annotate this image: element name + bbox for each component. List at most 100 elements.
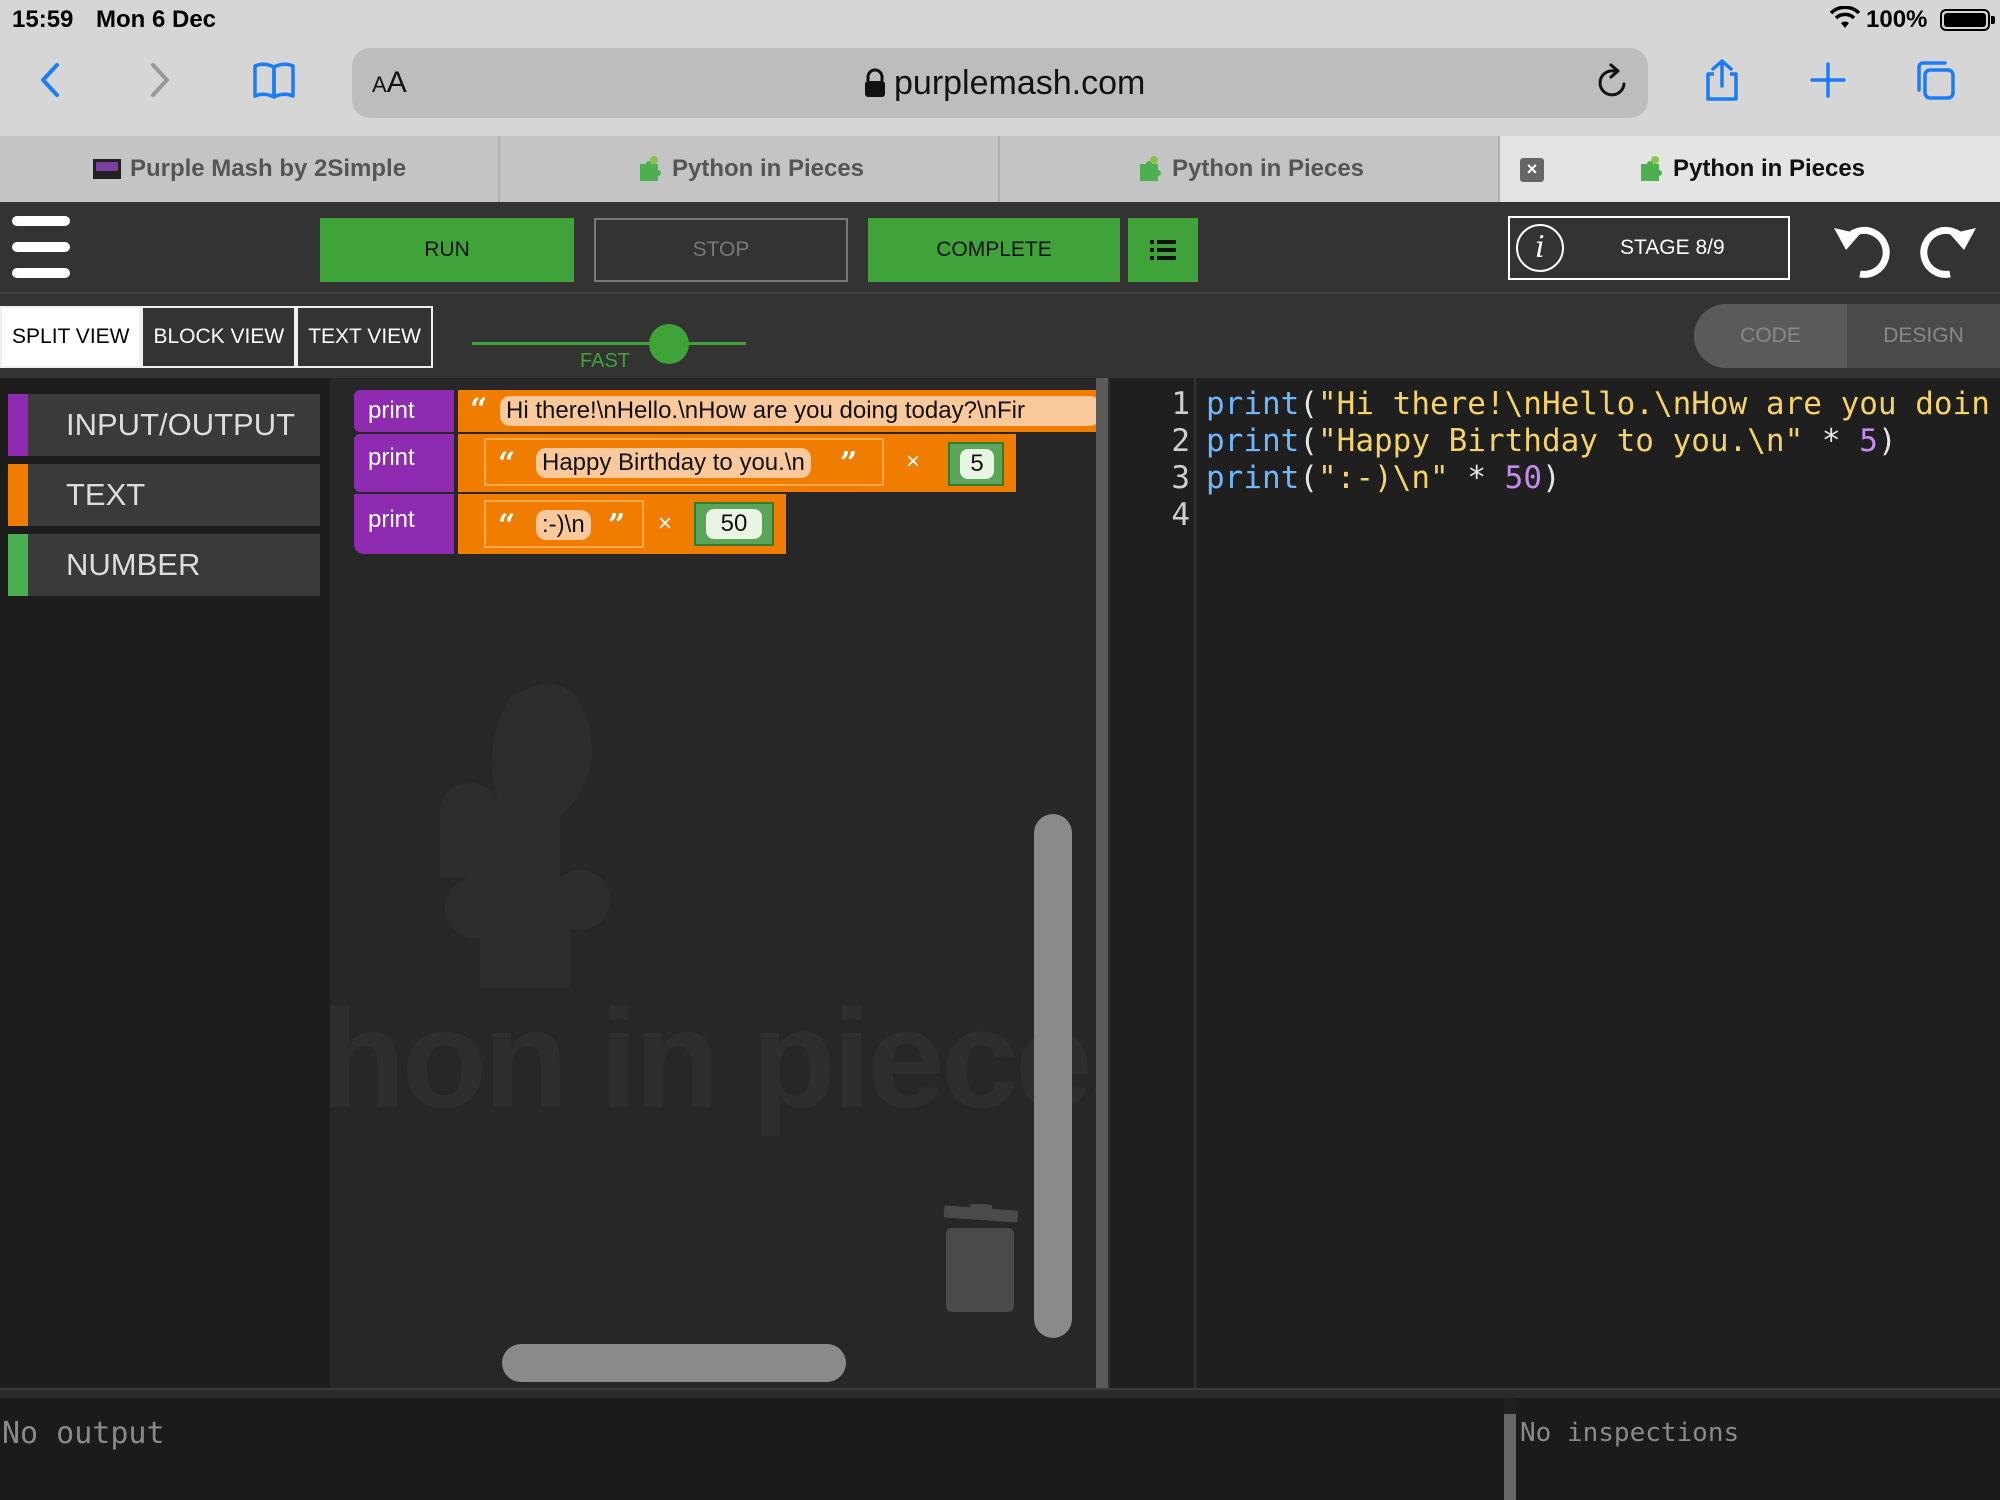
view-options-row: SPLIT VIEW BLOCK VIEW TEXT VIEW FAST COD…	[0, 294, 2000, 378]
tab-title: Purple Mash by 2Simple	[129, 155, 407, 182]
number-block-3[interactable]: 50	[694, 502, 774, 546]
code-design-switch[interactable]: CODE DESIGN	[1694, 304, 2000, 368]
category-input-output[interactable]: INPUT/OUTPUT	[8, 394, 320, 456]
mode-code[interactable]: CODE	[1694, 304, 1847, 368]
code-line-3[interactable]: print(":-)\n" * 50)	[1206, 460, 1561, 496]
new-tab-button[interactable]	[1798, 52, 1858, 108]
puzzle-favicon-icon	[1640, 156, 1662, 181]
tab-purple-mash[interactable]: Purple Mash by 2Simple	[0, 136, 500, 202]
split-divider[interactable]	[1096, 378, 1110, 1388]
reload-icon[interactable]	[1592, 62, 1632, 102]
status-date: Mon 6 Dec	[96, 6, 217, 33]
browser-tab-strip: Purple Mash by 2Simple Python in Pieces …	[0, 136, 2000, 202]
close-quote: ”	[840, 446, 858, 481]
close-tab-icon[interactable]: ×	[1520, 158, 1544, 182]
redo-icon[interactable]	[1914, 216, 1980, 282]
open-quote: “	[498, 446, 516, 481]
multiply-block-3[interactable]: “ :-)\n ” × 50	[458, 494, 786, 554]
forward-button[interactable]	[128, 52, 188, 108]
code-line-1[interactable]: print("Hi there!\nHello.\nHow are you do…	[1206, 386, 1990, 422]
tabs-overview-button[interactable]	[1904, 52, 1964, 108]
trash-icon[interactable]	[940, 1204, 1022, 1316]
line-number: 1	[1171, 386, 1190, 422]
multiply-sign: ×	[658, 510, 673, 537]
print-label: print	[368, 444, 415, 471]
view-tabs: SPLIT VIEW BLOCK VIEW TEXT VIEW	[0, 306, 433, 368]
tab-split-view[interactable]: SPLIT VIEW	[0, 306, 142, 368]
info-icon[interactable]: i	[1516, 224, 1564, 272]
multiply-sign: ×	[906, 448, 921, 475]
print-block-3[interactable]: print	[354, 494, 454, 554]
mode-design[interactable]: DESIGN	[1847, 304, 2000, 368]
slider-thumb[interactable]	[649, 324, 689, 364]
line-number: 3	[1171, 460, 1190, 496]
category-text[interactable]: TEXT	[8, 464, 320, 526]
address-bar[interactable]: AA purplemash.com	[352, 48, 1648, 118]
browser-toolbar: AA purplemash.com	[0, 38, 2000, 136]
menu-hamburger-icon[interactable]	[12, 216, 70, 278]
category-color-bar	[8, 534, 28, 596]
number-block-2[interactable]: 5	[948, 442, 1004, 486]
string-block-2[interactable]: “ Happy Birthday to you.\n ”	[484, 438, 884, 486]
block-workspace[interactable]: hon in pieces print “ Hi there!\nHello.\…	[330, 378, 1096, 1388]
print-block-1[interactable]: print	[354, 390, 454, 432]
string-value-2[interactable]: Happy Birthday to you.\n	[536, 448, 811, 478]
share-icon	[1706, 59, 1738, 101]
workspace-vertical-scrollbar[interactable]	[1034, 814, 1072, 1338]
print-block-2[interactable]: print	[354, 434, 454, 492]
puzzle-favicon-icon	[639, 156, 661, 181]
app-toolbar: RUN STOP COMPLETE i STAGE 8/9	[0, 202, 2000, 294]
lock-icon	[865, 68, 885, 97]
code-editor[interactable]: 1 2 3 4 print("Hi there!\nHello.\nHow ar…	[1110, 378, 2000, 1388]
tab-title: Python in Pieces	[1672, 155, 1866, 182]
tab-python-in-pieces-active[interactable]: × Python in Pieces	[1500, 136, 2000, 202]
app-root: 15:59 Mon 6 Dec 100% AA purplemash.com P…	[0, 0, 2000, 1500]
plus-icon	[1810, 62, 1846, 98]
slider-track	[472, 342, 746, 345]
list-button[interactable]	[1128, 218, 1198, 282]
watermark-text: hon in pieces	[330, 980, 1096, 1137]
inspections-panel: No inspections	[1516, 1398, 2000, 1500]
battery-percent: 100%	[1866, 6, 1928, 33]
chevron-left-icon	[41, 63, 59, 97]
tab-text-view[interactable]: TEXT VIEW	[296, 306, 433, 368]
status-time: 15:59	[12, 6, 74, 33]
stage-indicator[interactable]: i STAGE 8/9	[1508, 216, 1790, 280]
complete-button[interactable]: COMPLETE	[868, 218, 1120, 282]
string-value-3[interactable]: :-)\n	[536, 510, 591, 540]
string-value-1[interactable]: Hi there!\nHello.\nHow are you doing tod…	[500, 396, 1096, 426]
share-button[interactable]	[1692, 52, 1752, 108]
number-value-3[interactable]: 50	[706, 509, 762, 539]
url-host: purplemash.com	[894, 64, 1146, 102]
workspace-horizontal-scrollbar[interactable]	[502, 1344, 846, 1382]
line-number: 4	[1171, 497, 1190, 533]
back-button[interactable]	[22, 52, 82, 108]
string-block-3[interactable]: “ :-)\n ”	[484, 500, 644, 548]
close-quote: ”	[608, 508, 626, 543]
run-button[interactable]: RUN	[320, 218, 574, 282]
category-color-bar	[8, 464, 28, 526]
multiply-block-2[interactable]: “ Happy Birthday to you.\n ” × 5	[458, 434, 1016, 492]
status-bar: 15:59 Mon 6 Dec 100%	[0, 0, 2000, 38]
python-in-pieces-logo-watermark	[439, 683, 611, 988]
stop-button[interactable]: STOP	[594, 218, 848, 282]
number-value-2[interactable]: 5	[960, 449, 994, 479]
output-console: No output	[0, 1398, 1504, 1500]
category-color-bar	[8, 394, 28, 456]
bottom-separator	[0, 1388, 2000, 1398]
category-number[interactable]: NUMBER	[8, 534, 320, 596]
wifi-icon	[1830, 6, 1860, 28]
category-label: NUMBER	[66, 547, 201, 582]
code-line-2[interactable]: print("Happy Birthday to you.\n" * 5)	[1206, 423, 1897, 459]
open-quote: “	[498, 508, 516, 543]
chevron-right-icon	[151, 63, 169, 97]
tab-python-in-pieces-2[interactable]: Python in Pieces	[1000, 136, 1500, 202]
reader-aa-button[interactable]: AA	[372, 66, 407, 100]
output-inspections-divider[interactable]	[1504, 1414, 1516, 1500]
tab-block-view[interactable]: BLOCK VIEW	[141, 306, 297, 368]
bookmarks-button[interactable]	[244, 52, 304, 108]
string-block-1[interactable]: “ Hi there!\nHello.\nHow are you doing t…	[458, 390, 1096, 432]
open-quote: “	[470, 392, 488, 427]
tab-python-in-pieces-1[interactable]: Python in Pieces	[500, 136, 1000, 202]
undo-icon[interactable]	[1830, 216, 1896, 282]
